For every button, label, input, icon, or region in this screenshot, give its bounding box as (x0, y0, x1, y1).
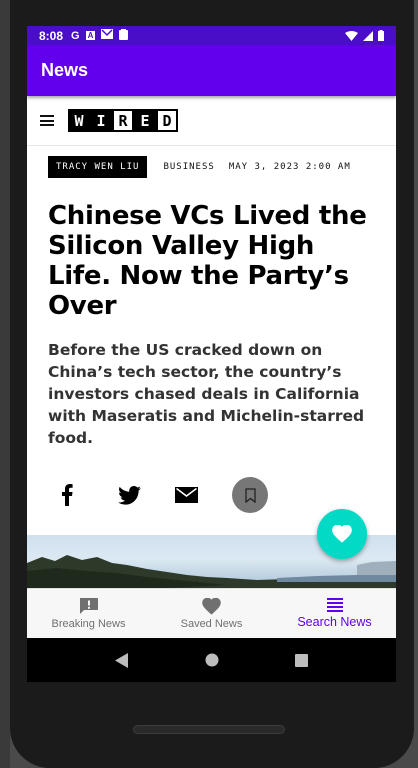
wifi-icon (345, 30, 358, 41)
nav-search-news[interactable]: Search News (273, 589, 396, 638)
nav-breaking-news[interactable]: Breaking News (27, 589, 150, 638)
battery-icon (378, 30, 384, 41)
hamburger-menu-icon[interactable] (40, 115, 54, 126)
nav-saved-news[interactable]: Saved News (150, 589, 273, 638)
back-icon[interactable] (115, 652, 129, 668)
status-right-icons (345, 30, 384, 41)
site-header: W I R E D (27, 96, 396, 146)
logo-letter: R (112, 109, 134, 132)
author-byline[interactable]: TRACY WEN LIU (48, 156, 148, 178)
publish-date: MAY 3, 2023 2:00 AM (228, 162, 351, 172)
alert-message-icon (79, 598, 98, 614)
facebook-icon[interactable] (61, 477, 118, 513)
app-screen: 8:08 G A News W I R E D TRACY WEN LIU BU… (27, 26, 396, 638)
nav-label: Saved News (180, 617, 243, 630)
heart-icon (332, 525, 352, 543)
app-bar-title: News (41, 60, 89, 80)
favorite-fab[interactable] (317, 509, 367, 559)
clipboard-icon (119, 28, 129, 43)
device-speaker-grill (133, 725, 285, 734)
article-headline: Chinese VCs Lived the Silicon Valley Hig… (48, 201, 367, 321)
logo-letter: W (68, 109, 90, 132)
status-bar: 8:08 G A (27, 26, 396, 45)
home-icon[interactable] (205, 653, 219, 667)
app-bar: News (27, 45, 396, 96)
device-edge (0, 0, 10, 768)
recents-icon[interactable] (295, 653, 308, 667)
logo-letter: E (134, 109, 156, 132)
logo-letter: I (90, 109, 112, 132)
list-icon (326, 598, 343, 612)
heart-icon (202, 597, 221, 615)
nav-label: Breaking News (51, 618, 126, 630)
signal-icon (363, 30, 373, 41)
status-time: 8:08 (39, 28, 64, 43)
nav-label: Search News (297, 615, 372, 629)
system-nav-bar (27, 638, 396, 682)
article-meta: TRACY WEN LIU BUSINESS MAY 3, 2023 2:00 … (48, 156, 396, 178)
font-icon: A (85, 31, 96, 40)
twitter-icon[interactable] (118, 477, 175, 513)
google-icon: G (71, 29, 80, 42)
bookmark-icon[interactable] (232, 477, 268, 513)
category-label[interactable]: BUSINESS (163, 162, 214, 172)
logo-letter: D (156, 109, 178, 132)
article-dek: Before the US cracked down on China’s te… (48, 341, 365, 447)
wired-logo[interactable]: W I R E D (68, 109, 178, 132)
email-icon[interactable] (175, 477, 232, 513)
mail-icon (101, 29, 114, 42)
bottom-navigation: Breaking News Saved News Search News (27, 588, 396, 638)
share-bar (61, 477, 396, 513)
